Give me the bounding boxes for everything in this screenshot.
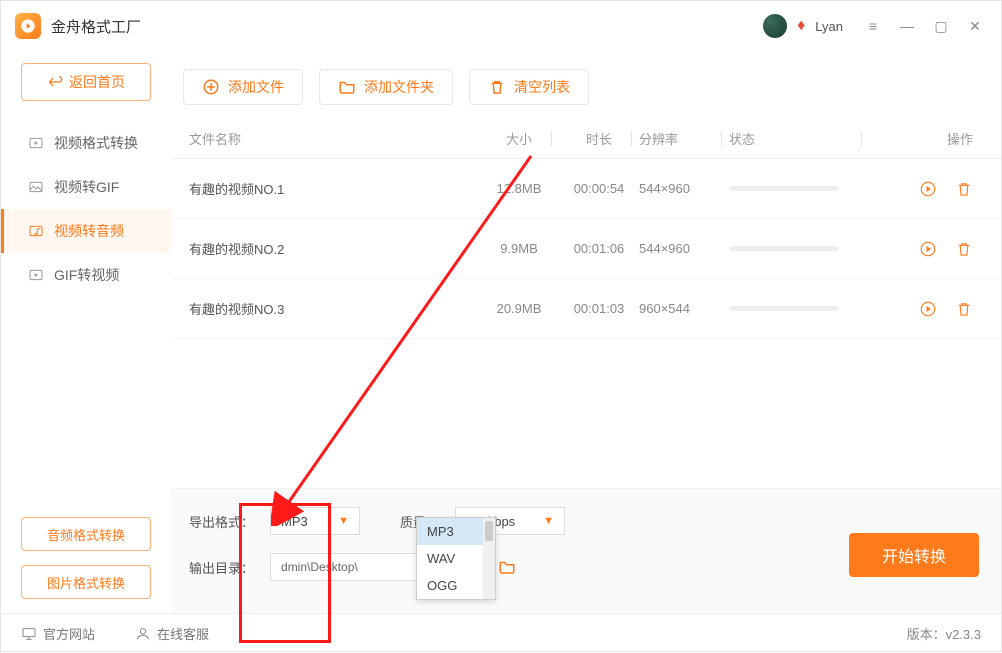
image-icon bbox=[28, 179, 44, 195]
play-icon[interactable] bbox=[919, 300, 937, 318]
sidebar-item-label: 视频格式转换 bbox=[54, 133, 138, 153]
avatar[interactable] bbox=[763, 14, 787, 38]
version-label: 版本：v2.3.3 bbox=[907, 624, 981, 643]
table-header: 文件名称 大小 时长 分辨率 状态 操作 bbox=[171, 119, 1001, 159]
scrollbar[interactable] bbox=[483, 518, 495, 599]
close-button[interactable]: ✕ bbox=[963, 14, 987, 38]
clear-list-button[interactable]: 清空列表 bbox=[469, 69, 589, 105]
start-convert-button[interactable]: 开始转换 bbox=[849, 533, 979, 577]
format-dropdown: MP3 WAV OGG bbox=[416, 517, 496, 600]
sidebar-item-video-to-audio[interactable]: 视频转音频 bbox=[1, 209, 171, 253]
play-icon bbox=[28, 135, 44, 151]
username: Lyan bbox=[815, 19, 843, 34]
home-button-label: 返回首页 bbox=[69, 72, 125, 92]
music-icon bbox=[28, 223, 44, 239]
maximize-button[interactable]: ▢ bbox=[929, 14, 953, 38]
sidebar-item-gif-to-video[interactable]: GIF转视频 bbox=[1, 253, 171, 297]
official-site-link[interactable]: 官方网站 bbox=[21, 624, 95, 643]
delete-icon[interactable] bbox=[955, 240, 973, 258]
play-icon[interactable] bbox=[919, 180, 937, 198]
add-file-button[interactable]: 添加文件 bbox=[183, 69, 303, 105]
sidebar-item-video-to-gif[interactable]: 视频转GIF bbox=[1, 165, 171, 209]
progress-bar bbox=[729, 186, 839, 191]
home-button[interactable]: 返回首页 bbox=[21, 63, 151, 101]
output-dir-label: 输出目录： bbox=[189, 558, 254, 577]
progress-bar bbox=[729, 306, 839, 311]
delete-icon[interactable] bbox=[955, 300, 973, 318]
sidebar-item-video-convert[interactable]: 视频格式转换 bbox=[1, 121, 171, 165]
play-icon bbox=[28, 267, 44, 283]
sidebar-item-label: 视频转GIF bbox=[54, 177, 119, 197]
monitor-icon bbox=[21, 626, 37, 642]
audio-convert-button[interactable]: 音频格式转换 bbox=[21, 517, 151, 551]
app-logo bbox=[15, 13, 41, 39]
chevron-down-icon: ▼ bbox=[543, 515, 554, 527]
table-row: 有趣的视频NO.1 12.8MB 00:00:54 544×960 bbox=[171, 159, 1001, 219]
app-title: 金舟格式工厂 bbox=[51, 16, 141, 37]
folder-icon bbox=[498, 558, 516, 576]
play-icon[interactable] bbox=[919, 240, 937, 258]
export-format-label: 导出格式： bbox=[189, 512, 254, 531]
table-row: 有趣的视频NO.3 20.9MB 00:01:03 960×544 bbox=[171, 279, 1001, 339]
progress-bar bbox=[729, 246, 839, 251]
back-icon bbox=[47, 74, 63, 90]
headset-icon bbox=[135, 626, 151, 642]
chevron-down-icon: ▼ bbox=[338, 515, 349, 527]
plus-circle-icon bbox=[202, 78, 220, 96]
support-link[interactable]: 在线客服 bbox=[135, 624, 209, 643]
open-folder-button[interactable] bbox=[498, 558, 516, 576]
table-row: 有趣的视频NO.2 9.9MB 00:01:06 544×960 bbox=[171, 219, 1001, 279]
export-format-select[interactable]: MP3 ▼ bbox=[270, 507, 360, 535]
folder-icon bbox=[338, 78, 356, 96]
minimize-button[interactable]: — bbox=[895, 14, 919, 38]
trash-icon bbox=[488, 78, 506, 96]
image-convert-button[interactable]: 图片格式转换 bbox=[21, 565, 151, 599]
add-folder-button[interactable]: 添加文件夹 bbox=[319, 69, 453, 105]
sidebar-item-label: 视频转音频 bbox=[54, 221, 124, 241]
sidebar-item-label: GIF转视频 bbox=[54, 265, 119, 285]
delete-icon[interactable] bbox=[955, 180, 973, 198]
menu-icon[interactable]: ≡ bbox=[861, 14, 885, 38]
vip-icon: ♦ bbox=[797, 17, 805, 35]
